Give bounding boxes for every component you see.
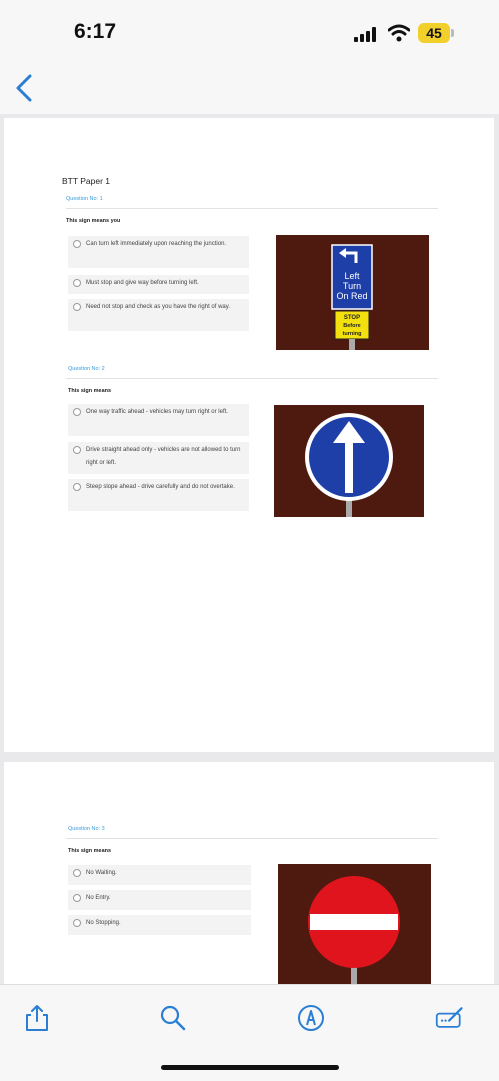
question-text: This sign means you xyxy=(66,218,121,224)
edit-icon[interactable] xyxy=(435,1003,465,1033)
divider xyxy=(66,378,438,379)
answer-option[interactable]: Need not stop and check as you have the … xyxy=(68,299,249,331)
status-bar: 6:17 45 xyxy=(0,0,499,62)
status-time: 6:17 xyxy=(74,20,117,43)
option-label: Steep slope ahead - drive carefully and … xyxy=(86,484,235,490)
radio-button[interactable] xyxy=(73,279,81,287)
answer-option[interactable]: No Stopping. xyxy=(68,915,251,935)
answer-option[interactable]: No Entry. xyxy=(68,890,251,910)
answer-option[interactable]: Can turn left immediately upon reaching … xyxy=(68,236,249,268)
radio-button[interactable] xyxy=(73,869,81,877)
markup-icon[interactable] xyxy=(296,1003,326,1033)
document-page-2: Question No: 3 This sign means No Waitin… xyxy=(4,762,494,992)
divider xyxy=(66,208,438,209)
plate-line: STOP xyxy=(344,315,360,321)
battery-cap xyxy=(451,29,454,37)
radio-button[interactable] xyxy=(73,408,81,416)
wifi-icon xyxy=(388,24,410,42)
question-number: Question No: 2 xyxy=(68,366,105,372)
option-label: Need not stop and check as you have the … xyxy=(86,304,230,310)
question-text: This sign means xyxy=(68,848,112,854)
question-number: Question No: 1 xyxy=(66,196,103,202)
no-entry-sign-image xyxy=(278,864,431,992)
plate-line: Before xyxy=(343,323,360,329)
answer-option[interactable]: Steep slope ahead - drive carefully and … xyxy=(68,479,249,511)
answer-option[interactable]: Must stop and give way before turning le… xyxy=(68,275,249,294)
document-page-1: BTT Paper 1 Question No: 1 This sign mea… xyxy=(4,118,494,752)
radio-button[interactable] xyxy=(73,919,81,927)
question-text: This sign means xyxy=(68,388,112,394)
nav-bar xyxy=(0,62,499,114)
radio-button[interactable] xyxy=(73,240,81,248)
answer-option[interactable]: Drive straight ahead only - vehicles are… xyxy=(68,442,249,474)
option-label: Can turn left immediately upon reaching … xyxy=(86,241,227,247)
left-turn-on-red-sign-image: Left Turn On Red STOP Before turning xyxy=(276,235,429,350)
divider xyxy=(66,838,438,839)
search-icon[interactable] xyxy=(158,1003,188,1033)
option-label: No Waiting. xyxy=(86,870,117,876)
option-label: One way traffic ahead - vehicles may tur… xyxy=(86,409,228,415)
answer-option[interactable]: One way traffic ahead - vehicles may tur… xyxy=(68,404,249,436)
answer-option[interactable]: No Waiting. xyxy=(68,865,251,885)
question-number: Question No: 3 xyxy=(68,826,105,832)
sign-line: Left xyxy=(344,271,360,281)
chevron-left-icon[interactable] xyxy=(12,72,38,104)
home-indicator xyxy=(161,1065,339,1070)
option-label: No Stopping. xyxy=(86,920,121,926)
option-label: Must stop and give way before turning le… xyxy=(86,280,199,286)
sign-line: On Red xyxy=(336,291,367,301)
battery-indicator: 45 xyxy=(418,23,450,43)
option-label: No Entry. xyxy=(86,895,111,901)
cellular-signal-icon xyxy=(354,26,380,42)
document-title: BTT Paper 1 xyxy=(62,176,111,186)
radio-button[interactable] xyxy=(73,303,81,311)
radio-button[interactable] xyxy=(73,483,81,491)
ahead-only-sign-image xyxy=(274,405,424,517)
radio-button[interactable] xyxy=(73,446,81,454)
sign-line: Turn xyxy=(343,281,361,291)
option-label: Drive straight ahead only - vehicles are… xyxy=(86,447,241,466)
share-icon[interactable] xyxy=(22,1003,52,1033)
radio-button[interactable] xyxy=(73,894,81,902)
plate-line: turning xyxy=(343,331,362,337)
